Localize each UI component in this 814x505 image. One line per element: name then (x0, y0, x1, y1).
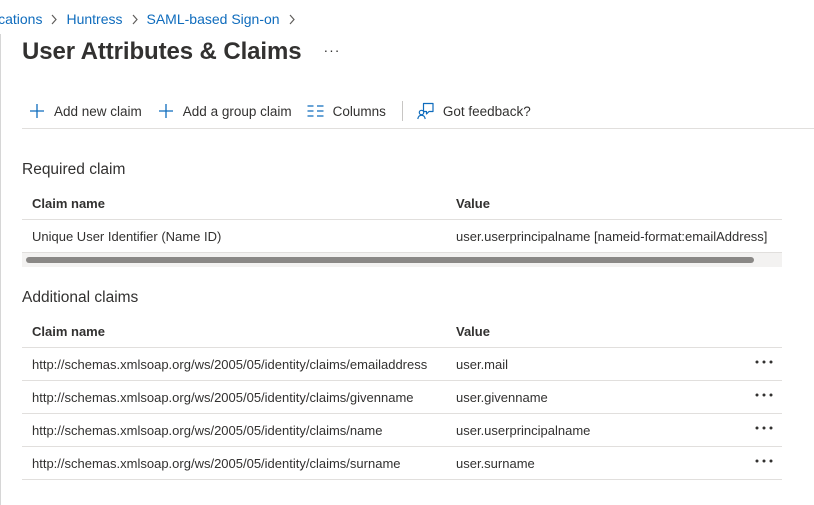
add-new-claim-label: Add new claim (54, 103, 142, 119)
chevron-right-icon (131, 14, 139, 25)
claims-page: ications Huntress SAML-based Sign-on Use… (0, 0, 814, 505)
more-icon[interactable] (754, 453, 774, 469)
claim-value-cell: user.surname (456, 455, 535, 471)
required-claim-title: Required claim (22, 161, 126, 178)
claim-value-cell: user.userprincipalname (456, 422, 591, 438)
claim-value-cell: user.userprincipalname [nameid-format:em… (456, 228, 768, 244)
columns-label: Columns (332, 103, 386, 119)
column-header-value[interactable]: Value (456, 196, 490, 211)
claim-name-cell: http://schemas.xmlsoap.org/ws/2005/05/id… (32, 455, 401, 471)
plus-icon (28, 102, 46, 120)
feedback-button[interactable]: Got feedback? (417, 102, 531, 120)
column-header-value[interactable]: Value (456, 324, 490, 339)
breadcrumb-item-saml-sign-on[interactable]: SAML-based Sign-on (147, 11, 280, 27)
add-group-claim-button[interactable]: Add a group claim (157, 102, 292, 120)
breadcrumb: ications Huntress SAML-based Sign-on (0, 10, 304, 28)
claim-value-cell: user.givenname (456, 389, 548, 405)
scrollbar-thumb[interactable] (26, 257, 754, 263)
required-claim-table: Claim name Value Unique User Identifier … (22, 187, 782, 253)
feedback-label: Got feedback? (442, 103, 531, 119)
plus-icon (157, 102, 175, 120)
claim-name-cell: http://schemas.xmlsoap.org/ws/2005/05/id… (32, 356, 428, 372)
table-row[interactable]: Unique User Identifier (Name ID) user.us… (22, 220, 782, 253)
claim-name-cell: http://schemas.xmlsoap.org/ws/2005/05/id… (32, 389, 414, 405)
page-title: User Attributes & Claims (22, 38, 302, 65)
add-new-claim-button[interactable]: Add new claim (28, 102, 142, 120)
table-header: Claim name Value (22, 187, 782, 220)
more-icon[interactable] (754, 354, 774, 370)
table-row[interactable]: http://schemas.xmlsoap.org/ws/2005/05/id… (22, 414, 782, 447)
add-group-claim-label: Add a group claim (182, 103, 292, 119)
additional-claims-title: Additional claims (22, 289, 139, 306)
more-icon[interactable] (754, 420, 774, 436)
table-header: Claim name Value (22, 315, 782, 348)
claim-value-cell: user.mail (456, 356, 509, 372)
toolbar-divider (401, 101, 403, 121)
additional-claims-table: Claim name Value http://schemas.xmlsoap.… (22, 315, 782, 480)
columns-button[interactable]: Columns (307, 102, 386, 120)
more-icon[interactable] (754, 387, 774, 403)
breadcrumb-item-applications[interactable]: ications (0, 11, 42, 27)
table-row[interactable]: http://schemas.xmlsoap.org/ws/2005/05/id… (22, 381, 782, 414)
command-bar: Add new claim Add a group claim Columns (28, 98, 531, 124)
table-row[interactable]: http://schemas.xmlsoap.org/ws/2005/05/id… (22, 348, 782, 381)
table-row[interactable]: http://schemas.xmlsoap.org/ws/2005/05/id… (22, 447, 782, 480)
blade-left-border (0, 34, 1, 505)
column-header-claim-name[interactable]: Claim name (32, 324, 105, 339)
page-header: User Attributes & Claims ··· (22, 34, 340, 70)
horizontal-scrollbar[interactable] (22, 252, 782, 267)
breadcrumb-item-huntress[interactable]: Huntress (66, 11, 122, 27)
chevron-right-icon (50, 14, 58, 25)
column-header-claim-name[interactable]: Claim name (32, 196, 105, 211)
columns-icon (307, 102, 325, 120)
toolbar-separator (22, 128, 814, 129)
claim-name-cell: http://schemas.xmlsoap.org/ws/2005/05/id… (32, 422, 383, 438)
more-icon[interactable]: ··· (323, 42, 340, 58)
chevron-right-icon (288, 14, 296, 25)
claim-name-cell: Unique User Identifier (Name ID) (32, 228, 222, 244)
feedback-icon (417, 102, 435, 120)
